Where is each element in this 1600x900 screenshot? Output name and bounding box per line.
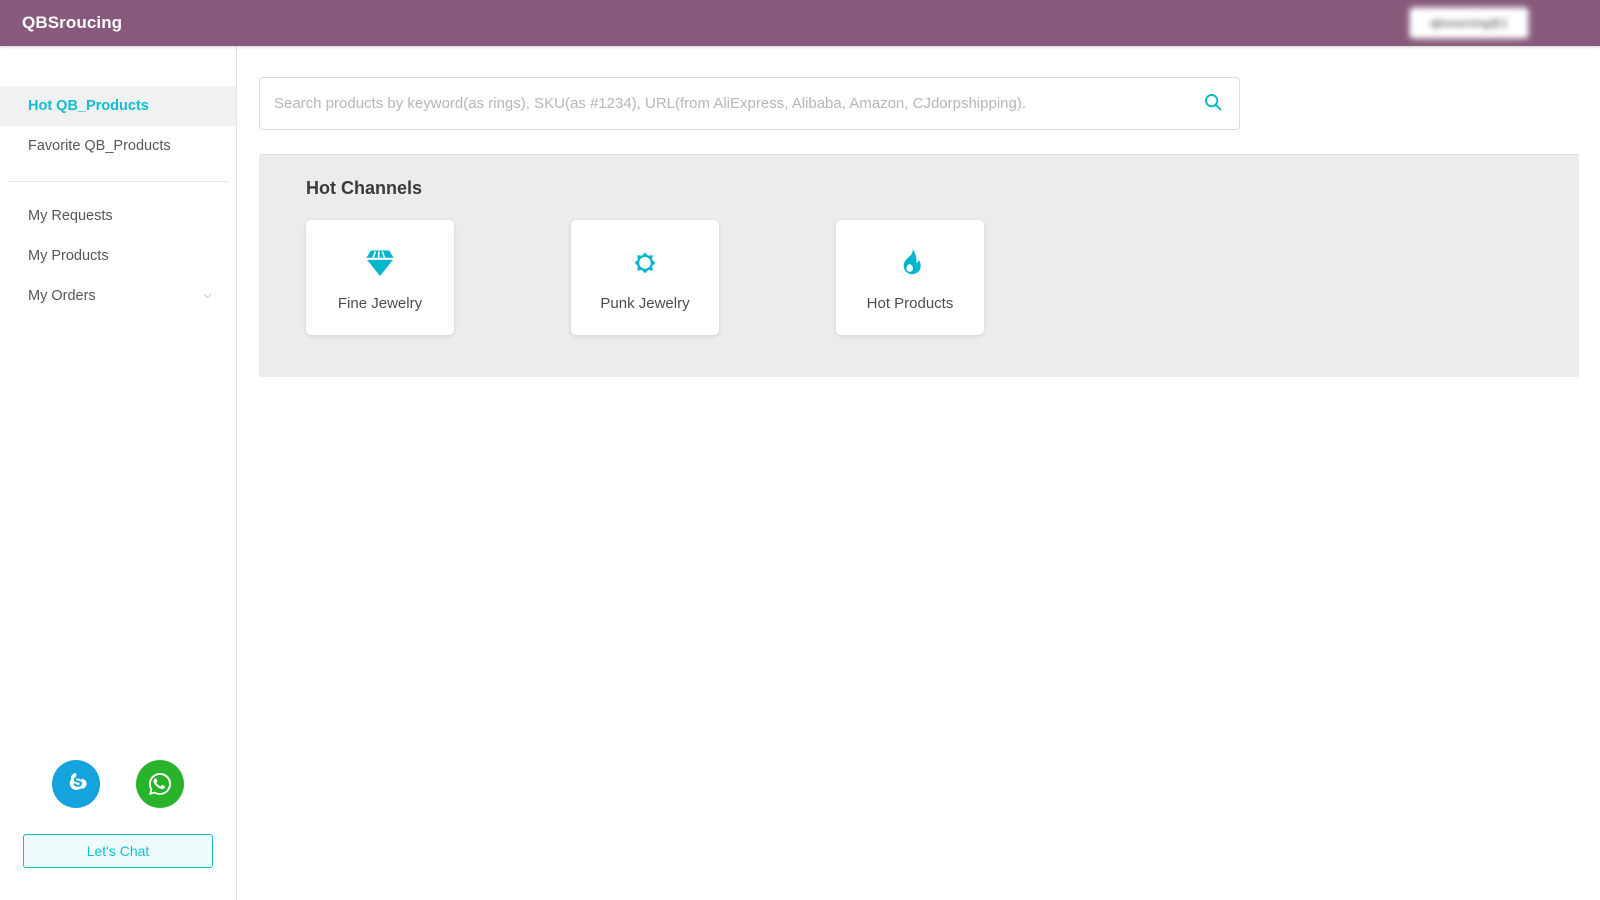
channel-card-hot-products[interactable]: Hot Products	[836, 220, 984, 335]
app-header: QBSroucing qbsourcing@1	[0, 0, 1600, 46]
search-input[interactable]	[260, 95, 1187, 112]
channel-card-punk-jewelry[interactable]: Punk Jewelry	[571, 220, 719, 335]
sunburst-icon	[628, 243, 662, 283]
chat-widget: Let's Chat	[0, 760, 236, 868]
lets-chat-label: Let's Chat	[86, 843, 150, 859]
sidebar-nav: Hot QB_Products Favorite QB_Products My …	[0, 86, 236, 316]
panel-title: Hot Channels	[306, 178, 423, 198]
sidebar-item-label: My Requests	[28, 208, 113, 224]
sidebar-item-favorite-qb-products[interactable]: Favorite QB_Products	[0, 126, 236, 166]
sidebar-item-my-requests[interactable]: My Requests	[0, 196, 236, 236]
sidebar-item-label: Favorite QB_Products	[28, 138, 171, 154]
chevron-down-icon	[201, 290, 214, 303]
channel-card-label: Hot Products	[866, 295, 954, 312]
channel-card-label: Punk Jewelry	[600, 295, 690, 312]
search-bar	[259, 77, 1240, 130]
search-icon	[1202, 91, 1224, 116]
sidebar-item-label: My Orders	[28, 288, 96, 304]
lets-chat-button[interactable]: Let's Chat	[23, 834, 213, 868]
header-right-area: qbsourcing@1	[1410, 8, 1528, 38]
hot-channels-panel: Hot Channels Fine Jewelry Punk Jewelry H…	[259, 154, 1579, 377]
sidebar-item-my-orders[interactable]: My Orders	[0, 276, 236, 316]
diamond-icon	[363, 243, 397, 283]
sidebar-item-label: Hot QB_Products	[28, 98, 149, 114]
skype-icon[interactable]	[52, 760, 100, 808]
sidebar-item-hot-qb-products[interactable]: Hot QB_Products	[0, 86, 236, 126]
channel-card-list: Fine Jewelry Punk Jewelry Hot Products	[306, 220, 1579, 335]
sidebar-item-my-products[interactable]: My Products	[0, 236, 236, 276]
whatsapp-icon[interactable]	[136, 760, 184, 808]
main-content: Hot Channels Fine Jewelry	[237, 46, 1600, 900]
sidebar-item-label: My Products	[28, 248, 109, 264]
channel-card-label: Fine Jewelry	[337, 295, 423, 312]
user-account-menu[interactable]: qbsourcing@1	[1410, 8, 1528, 38]
search-button[interactable]	[1187, 78, 1239, 129]
user-account-label: qbsourcing@1	[1430, 16, 1508, 30]
channel-card-fine-jewelry[interactable]: Fine Jewelry	[306, 220, 454, 335]
social-icons-row	[52, 760, 184, 808]
flame-icon	[893, 243, 927, 283]
sidebar: Hot QB_Products Favorite QB_Products My …	[0, 46, 237, 900]
sidebar-divider	[8, 181, 228, 182]
brand-logo[interactable]: QBSroucing	[22, 13, 122, 33]
